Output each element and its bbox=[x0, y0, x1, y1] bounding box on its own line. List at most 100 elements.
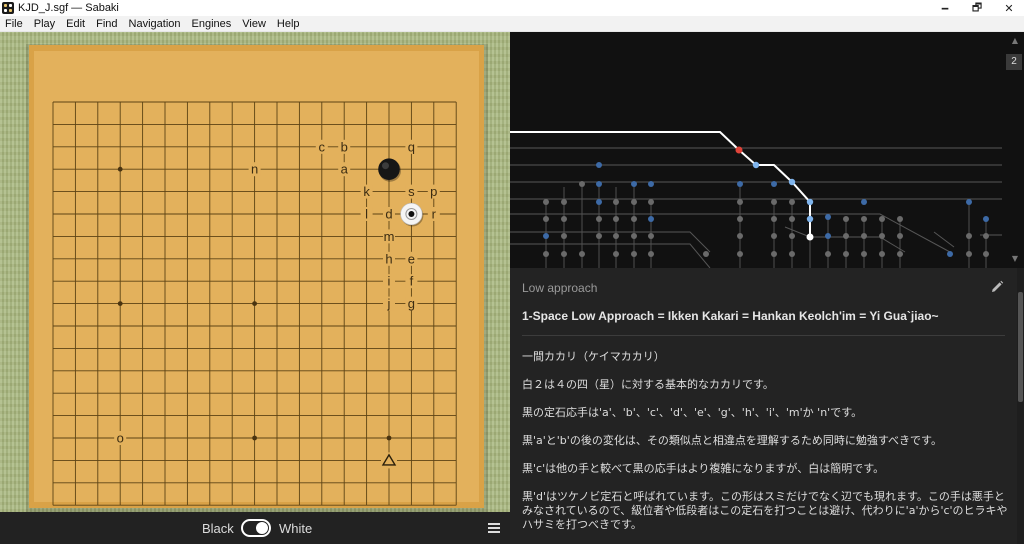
move-label: r bbox=[432, 207, 437, 222]
comment-panel: Low approach 1-Space Low Approach = Ikke… bbox=[510, 268, 1024, 544]
player-bar: Black White bbox=[0, 512, 510, 544]
move-label: g bbox=[408, 296, 415, 311]
comment-divider bbox=[522, 335, 1005, 336]
hamburger-menu-icon[interactable] bbox=[488, 523, 500, 533]
tree-node-mainline bbox=[806, 215, 814, 223]
tree-node bbox=[561, 199, 567, 205]
star-point bbox=[386, 435, 392, 441]
title-bar: KJD_J.sgf — Sabaki 🗕 🗗 ✕ bbox=[0, 0, 1024, 16]
tree-node bbox=[613, 216, 619, 222]
black-player-label: Black bbox=[202, 521, 234, 536]
tree-node bbox=[861, 199, 867, 205]
tree-node bbox=[596, 181, 602, 187]
toggle-knob bbox=[256, 522, 268, 534]
tree-node bbox=[737, 199, 743, 205]
last-move-marker-dot bbox=[408, 211, 415, 217]
tree-node bbox=[861, 233, 867, 239]
menu-navigation[interactable]: Navigation bbox=[124, 18, 187, 30]
maximize-button[interactable]: 🗗 bbox=[960, 0, 994, 16]
tree-node-mainline bbox=[806, 198, 814, 206]
tree-node bbox=[771, 181, 777, 187]
move-label: k bbox=[363, 184, 370, 199]
move-label: q bbox=[408, 139, 415, 154]
tree-node bbox=[631, 251, 637, 257]
tree-node bbox=[966, 199, 972, 205]
tree-branch bbox=[784, 226, 906, 253]
minimize-button[interactable]: 🗕 bbox=[928, 0, 962, 16]
menu-find[interactable]: Find bbox=[91, 18, 123, 30]
tree-node bbox=[737, 233, 743, 239]
move-label: l bbox=[365, 207, 368, 222]
tree-node-mainline bbox=[752, 161, 760, 169]
tree-node bbox=[613, 251, 619, 257]
menu-engines[interactable]: Engines bbox=[187, 18, 238, 30]
tree-node bbox=[897, 216, 903, 222]
tree-node bbox=[789, 199, 795, 205]
tree-node bbox=[966, 233, 972, 239]
tree-node bbox=[897, 233, 903, 239]
game-tree-graph[interactable] bbox=[510, 32, 1006, 268]
tree-node bbox=[648, 199, 654, 205]
move-label: e bbox=[408, 251, 415, 266]
comment-line: 黒'd'はツケノビ定石と呼ばれています。この形はスミだけでなく辺でも現れます。こ… bbox=[522, 490, 1008, 531]
tree-node bbox=[579, 251, 585, 257]
tree-node bbox=[879, 216, 885, 222]
tree-node bbox=[879, 233, 885, 239]
menu-play[interactable]: Play bbox=[29, 18, 61, 30]
tree-scroll-down-icon[interactable]: ▼ bbox=[1009, 254, 1021, 264]
tree-node-active bbox=[806, 233, 814, 241]
tree-branch bbox=[510, 231, 711, 253]
move-label: s bbox=[408, 184, 415, 199]
window-title: KJD_J.sgf — Sabaki bbox=[18, 2, 119, 14]
tree-node bbox=[861, 251, 867, 257]
board-area: cb q n ak sp l d r mh e i f j g o bbox=[0, 32, 510, 512]
tree-scroll-up-icon[interactable]: ▲ bbox=[1009, 36, 1021, 46]
tree-node bbox=[596, 199, 602, 205]
menu-edit[interactable]: Edit bbox=[61, 18, 91, 30]
move-label: j bbox=[387, 296, 391, 311]
close-button[interactable]: ✕ bbox=[992, 0, 1024, 16]
tree-node bbox=[771, 216, 777, 222]
tree-node bbox=[789, 216, 795, 222]
tree-node-current bbox=[735, 146, 743, 154]
tree-node bbox=[631, 181, 637, 187]
tree-node bbox=[737, 251, 743, 257]
comment-scroll-thumb[interactable] bbox=[1018, 292, 1023, 402]
move-label: a bbox=[341, 162, 349, 177]
menu-help[interactable]: Help bbox=[272, 18, 306, 30]
tree-node bbox=[771, 233, 777, 239]
tree-node-mainline bbox=[788, 178, 796, 186]
tree-node bbox=[561, 251, 567, 257]
tree-node bbox=[825, 251, 831, 257]
sidebar: ▲ 2 ▼ Low approach 1-Space Low Approach … bbox=[510, 32, 1024, 544]
comment-line: 黒'c'は他の手と較べて黒の応手はより複雑になりますが、白は簡明です。 bbox=[522, 462, 885, 475]
star-point bbox=[252, 435, 257, 441]
tree-node bbox=[648, 233, 654, 239]
comment-line: 一間カカリ（ケイマカカリ） bbox=[522, 350, 665, 363]
move-label: i bbox=[388, 274, 391, 289]
move-label: c bbox=[319, 139, 326, 154]
tree-node bbox=[596, 233, 602, 239]
move-number-indicator[interactable]: 2 bbox=[1006, 54, 1022, 70]
tree-node bbox=[631, 233, 637, 239]
pencil-icon[interactable] bbox=[990, 280, 1004, 294]
game-tree[interactable]: ▲ 2 ▼ bbox=[510, 32, 1024, 268]
tree-node bbox=[771, 251, 777, 257]
move-label: n bbox=[251, 162, 258, 177]
go-board[interactable]: c b q n ak s p l d r mh e i f j g o bbox=[0, 32, 510, 512]
tree-node bbox=[966, 251, 972, 257]
move-label: d bbox=[385, 207, 392, 222]
tree-node bbox=[825, 214, 831, 220]
black-stone bbox=[378, 158, 400, 180]
move-label: h bbox=[385, 251, 392, 266]
tree-node bbox=[825, 233, 831, 239]
tree-node bbox=[596, 162, 602, 168]
tree-node bbox=[648, 216, 654, 222]
tree-node bbox=[789, 251, 795, 257]
tree-node bbox=[771, 199, 777, 205]
tree-node bbox=[947, 251, 953, 257]
menu-view[interactable]: View bbox=[237, 18, 272, 30]
tree-node bbox=[543, 251, 549, 257]
menu-file[interactable]: File bbox=[0, 18, 29, 30]
player-toggle[interactable] bbox=[241, 519, 271, 537]
